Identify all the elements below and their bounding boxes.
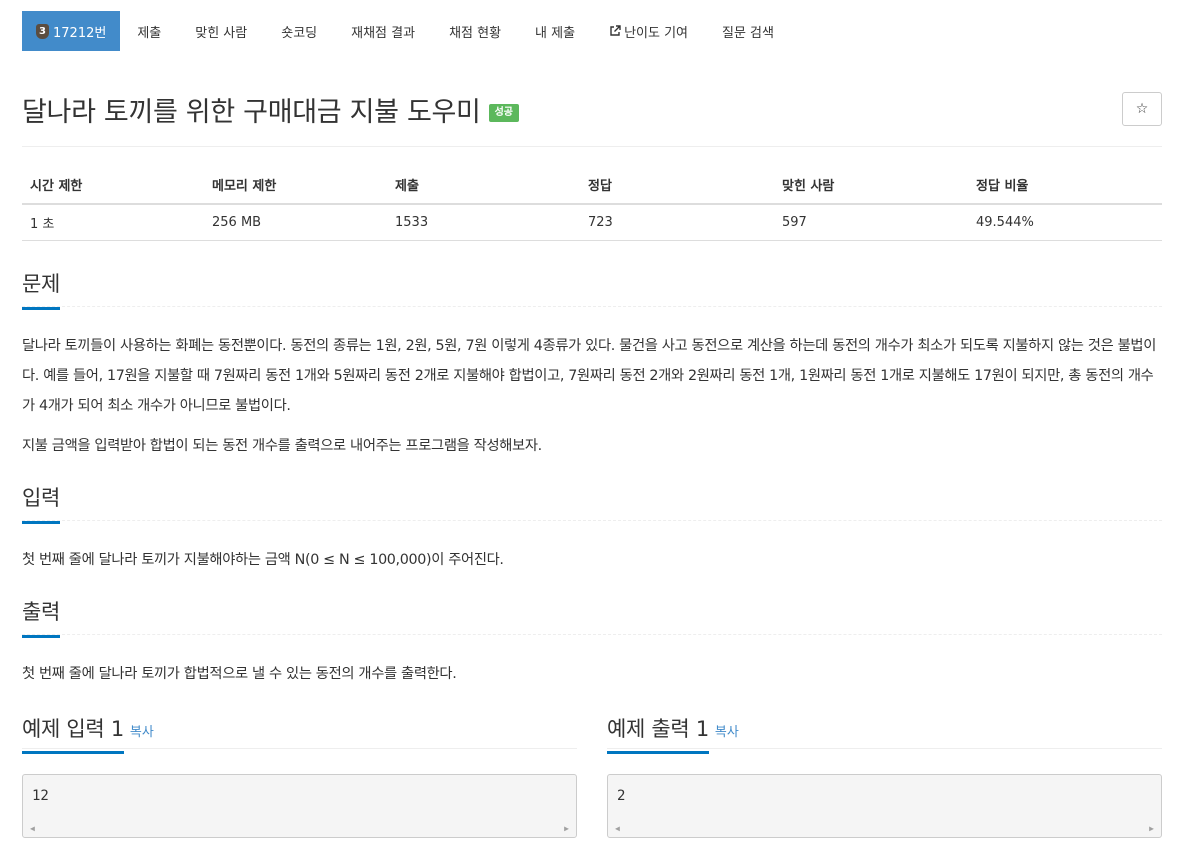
output-description: 첫 번째 줄에 달나라 토끼가 합법적으로 낼 수 있는 동전의 개수를 출력한… (22, 666, 457, 682)
problem-number: 17212번 (53, 25, 107, 41)
input-heading: 입력 (22, 482, 60, 524)
output-heading: 출력 (22, 596, 60, 638)
description-paragraph-1: 달나라 토끼들이 사용하는 화폐는 동전뿐이다. 동전의 종류는 1원, 2원,… (22, 338, 1156, 414)
nav-problem-number[interactable]: 3 17212번 (22, 11, 121, 51)
sample-input-box[interactable]: 12 ◀ ▶ (22, 774, 577, 838)
sample-output-value: 2 (617, 788, 626, 804)
sample-input-value: 12 (32, 788, 49, 804)
sample-output-header: 예제 출력 1 복사 (607, 713, 1162, 754)
nav-submit[interactable]: 제출 (120, 11, 178, 51)
title-divider (22, 146, 1162, 147)
sample-output-scrollbar[interactable]: ◀ ▶ (609, 820, 1160, 836)
stats-header-submissions: 제출 (387, 166, 580, 205)
stats-header-solved-users: 맞힌 사람 (774, 166, 968, 205)
nav-short-coding[interactable]: 숏코딩 (264, 11, 334, 51)
description-section-header: 문제 (22, 268, 1162, 310)
tier-badge-icon: 3 (36, 23, 49, 39)
star-icon: ☆ (1135, 101, 1149, 117)
scroll-left-icon[interactable]: ◀ (615, 824, 620, 833)
description-heading: 문제 (22, 268, 60, 310)
nav-rejudge-results[interactable]: 재채점 결과 (334, 11, 432, 51)
problem-title: 달나라 토끼를 위한 구매대금 지불 도우미 (22, 97, 481, 128)
nav-question-search[interactable]: 질문 검색 (705, 11, 791, 51)
nav-difficulty-contribution[interactable]: 난이도 기여 (592, 11, 705, 51)
problem-stats-table: 시간 제한 메모리 제한 제출 정답 맞힌 사람 정답 비율 1 초 256 M… (22, 166, 1162, 241)
sample-input-header: 예제 입력 1 복사 (22, 713, 577, 754)
scroll-right-icon[interactable]: ▶ (1149, 824, 1154, 833)
stats-memory-limit: 256 MB (204, 204, 387, 241)
stats-accept-ratio: 49.544% (968, 204, 1162, 241)
description-paragraph-2: 지불 금액을 입력받아 합법이 되는 동전 개수를 출력으로 내어주는 프로그램… (22, 438, 542, 454)
status-badge: 성공 (488, 103, 519, 122)
nav-solved-users[interactable]: 맞힌 사람 (178, 11, 264, 51)
stats-submissions: 1533 (387, 204, 580, 241)
copy-sample-input-button[interactable]: 복사 (130, 725, 154, 740)
stats-value-row: 1 초 256 MB 1533 723 597 49.544% (22, 204, 1162, 241)
input-description: 첫 번째 줄에 달나라 토끼가 지불해야하는 금액 N(0 ≤ N ≤ 100,… (22, 552, 504, 568)
stats-accepted: 723 (580, 204, 774, 241)
stats-header-accept-ratio: 정답 비율 (968, 166, 1162, 205)
sample-output-box[interactable]: 2 ◀ ▶ (607, 774, 1162, 838)
nav-judge-status[interactable]: 채점 현황 (432, 11, 518, 51)
copy-sample-output-button[interactable]: 복사 (715, 725, 739, 740)
nav-difficulty-label: 난이도 기여 (624, 25, 688, 41)
stats-time-limit: 1 초 (22, 204, 204, 241)
sample-input-scrollbar[interactable]: ◀ ▶ (24, 820, 575, 836)
stats-header-memory-limit: 메모리 제한 (204, 166, 387, 205)
title-row: 달나라 토끼를 위한 구매대금 지불 도우미 성공 (22, 90, 519, 129)
scroll-right-icon[interactable]: ▶ (564, 824, 569, 833)
input-section-header: 입력 (22, 482, 1162, 524)
favorite-star-button[interactable]: ☆ (1122, 92, 1162, 126)
external-link-icon (610, 25, 621, 36)
stats-solved-users: 597 (774, 204, 968, 241)
nav-my-submissions[interactable]: 내 제출 (518, 11, 592, 51)
stats-header-time-limit: 시간 제한 (22, 166, 204, 205)
stats-header-accepted: 정답 (580, 166, 774, 205)
output-section-header: 출력 (22, 596, 1162, 638)
stats-header-row: 시간 제한 메모리 제한 제출 정답 맞힌 사람 정답 비율 (22, 166, 1162, 205)
problem-nav: 3 17212번 제출 맞힌 사람 숏코딩 재채점 결과 채점 현황 내 제출 … (22, 11, 791, 51)
scroll-left-icon[interactable]: ◀ (30, 824, 35, 833)
